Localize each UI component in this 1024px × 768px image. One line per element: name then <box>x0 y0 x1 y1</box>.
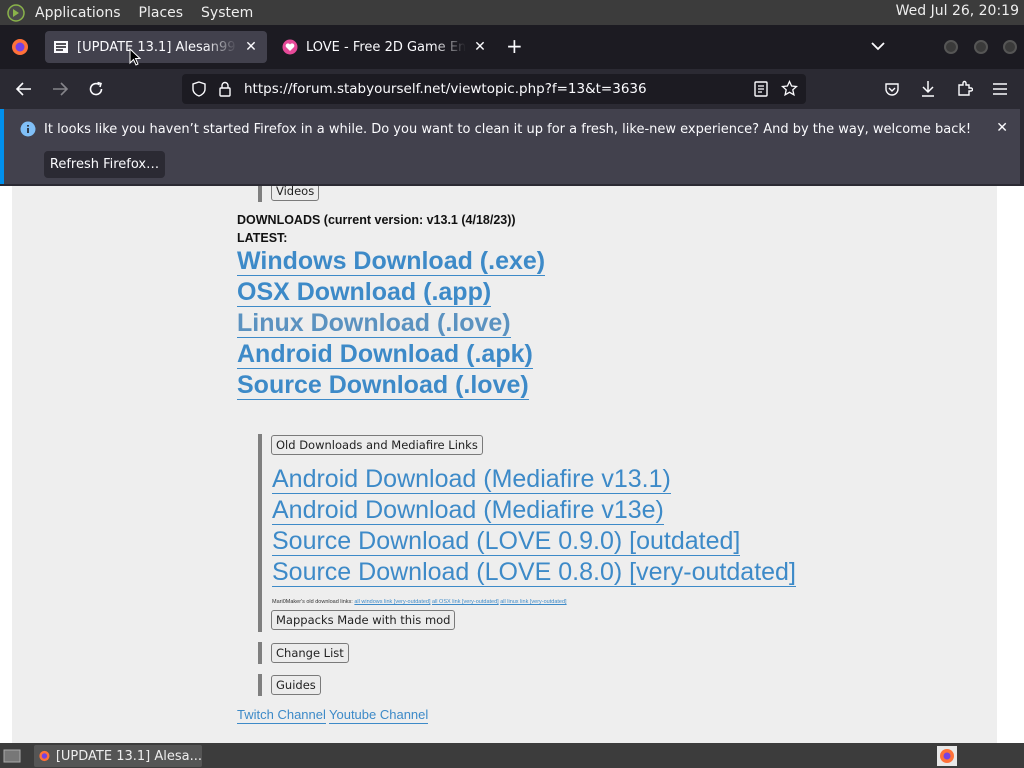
pocket-icon[interactable] <box>884 81 900 97</box>
spoiler-bar <box>258 186 262 202</box>
url-bar[interactable]: https://forum.stabyourself.net/viewtopic… <box>182 74 806 104</box>
back-icon[interactable] <box>15 81 33 97</box>
places-menu[interactable]: Places <box>139 5 184 21</box>
show-desktop-icon[interactable] <box>3 748 21 764</box>
tab-title: LÖVE - Free 2D Game Engin <box>306 39 466 55</box>
list-all-tabs-icon[interactable] <box>871 41 885 51</box>
firefox-view-icon[interactable] <box>11 38 29 56</box>
mari0maker-linux-link[interactable]: all linux link [very-outdated] <box>500 599 566 605</box>
downloads-heading: DOWNLOADS (current version: v13.1 (4/18/… <box>237 213 516 227</box>
taskbar-firefox-window[interactable]: [UPDATE 13.1] Alesa... <box>34 745 202 767</box>
taskbar-item-label: [UPDATE 13.1] Alesa... <box>55 748 202 764</box>
tab-love[interactable]: LÖVE - Free 2D Game Engin ✕ <box>274 31 496 63</box>
url-text[interactable]: https://forum.stabyourself.net/viewtopic… <box>244 81 647 97</box>
refresh-firefox-button[interactable]: Refresh Firefox… <box>44 151 165 178</box>
source-love-080-link[interactable]: Source Download (LOVE 0.8.0) [very-outda… <box>272 558 796 587</box>
source-love-090-link[interactable]: Source Download (LOVE 0.9.0) [outdated] <box>272 527 741 556</box>
close-notification-icon[interactable]: ✕ <box>996 120 1008 136</box>
spoiler-bar <box>258 674 262 696</box>
window-maximize-icon[interactable] <box>972 38 990 56</box>
youtube-channel-link[interactable]: Youtube Channel <box>329 707 429 724</box>
mari0maker-old-links: Mari0Maker's old download links: all win… <box>272 599 567 605</box>
gnome-foot-icon[interactable] <box>7 3 25 22</box>
bottom-taskbar: [UPDATE 13.1] Alesa... <box>0 743 1024 768</box>
mari0maker-windows-link[interactable]: all windows link [very-outdated] <box>354 599 430 605</box>
window-minimize-icon[interactable] <box>942 38 960 56</box>
mappacks-spoiler-button[interactable]: Mappacks Made with this mod <box>271 610 456 630</box>
change-list-spoiler-button[interactable]: Change List <box>271 643 349 663</box>
mouse-cursor-icon <box>129 48 141 66</box>
twitch-channel-link[interactable]: Twitch Channel <box>237 707 326 724</box>
android-download-link[interactable]: Android Download (.apk) <box>237 340 533 369</box>
lock-icon[interactable] <box>218 81 232 97</box>
guides-spoiler-button[interactable]: Guides <box>271 675 321 695</box>
videos-spoiler-button[interactable]: Videos <box>271 186 320 201</box>
page-viewport[interactable]: Videos DOWNLOADS (current version: v13.1… <box>0 186 1024 743</box>
page-scrollbar[interactable] <box>997 186 1024 743</box>
bookmark-star-icon[interactable] <box>781 80 798 97</box>
source-download-link[interactable]: Source Download (.love) <box>237 371 529 400</box>
tracking-protection-shield-icon[interactable] <box>191 81 207 97</box>
notification-message: It looks like you haven’t started Firefo… <box>44 122 972 137</box>
android-mediafire-v13e-link[interactable]: Android Download (Mediafire v13e) <box>272 496 664 525</box>
old-downloads-spoiler-button[interactable]: Old Downloads and Mediafire Links <box>271 435 483 455</box>
forward-icon[interactable] <box>51 81 69 97</box>
close-tab-icon[interactable]: ✕ <box>243 39 259 55</box>
reload-icon[interactable] <box>88 81 104 97</box>
clock[interactable]: Wed Jul 26, 20:19 <box>896 3 1019 19</box>
windows-download-link[interactable]: Windows Download (.exe) <box>237 247 546 276</box>
applications-menu[interactable]: Applications <box>35 5 121 21</box>
osx-download-link[interactable]: OSX Download (.app) <box>237 278 492 307</box>
new-tab-icon[interactable]: + <box>506 34 523 58</box>
reader-view-icon[interactable] <box>754 81 768 97</box>
notification-bar: It looks like you haven’t started Firefo… <box>0 109 1020 184</box>
window-close-icon[interactable] <box>1001 38 1019 56</box>
tab-title: [UPDATE 13.1] Alesan99's E <box>77 39 237 55</box>
system-menu[interactable]: System <box>201 5 253 21</box>
navigation-bar: https://forum.stabyourself.net/viewtopic… <box>0 69 1024 109</box>
android-mediafire-v13-1-link[interactable]: Android Download (Mediafire v13.1) <box>272 465 671 494</box>
love-favicon-icon <box>282 39 298 55</box>
close-tab-icon[interactable]: ✕ <box>472 39 488 55</box>
firefox-icon <box>39 750 50 762</box>
spoiler-bar <box>258 642 262 664</box>
latest-label: LATEST: <box>237 231 288 245</box>
downloads-icon[interactable] <box>920 80 936 98</box>
spoiler-bar <box>258 434 262 632</box>
mari0maker-osx-link[interactable]: all OSX link [very-outdated] <box>432 599 499 605</box>
mari0maker-prefix: Mari0Maker's old download links: <box>272 599 353 605</box>
tray-firefox-icon[interactable] <box>937 746 957 766</box>
info-icon <box>20 121 36 137</box>
forum-favicon-icon <box>54 41 68 53</box>
app-menu-hamburger-icon[interactable] <box>992 82 1008 96</box>
linux-download-link[interactable]: Linux Download (.love) <box>237 309 511 338</box>
extensions-icon[interactable] <box>956 80 973 97</box>
tab-bar: [UPDATE 13.1] Alesan99's E ✕ LÖVE - Free… <box>0 25 1024 69</box>
top-panel: Applications Places System Wed Jul 26, 2… <box>0 0 1024 25</box>
tab-update-13-1[interactable]: [UPDATE 13.1] Alesan99's E ✕ <box>45 31 267 63</box>
